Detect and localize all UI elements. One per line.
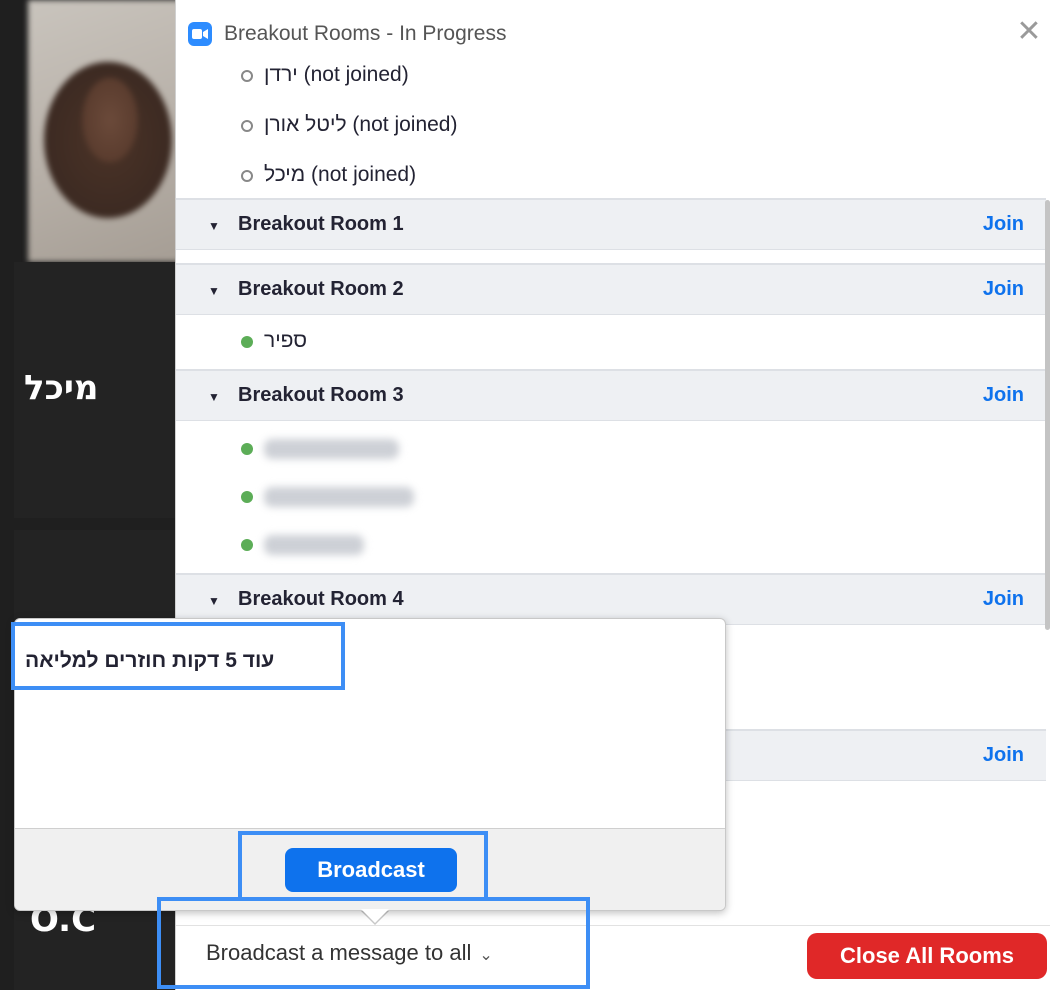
join-button[interactable]: Join bbox=[983, 744, 1024, 767]
list-item: ספיר bbox=[176, 318, 1046, 368]
joined-status-icon bbox=[241, 539, 253, 551]
title-bar: Breakout Rooms - In Progress ✕ bbox=[176, 0, 1050, 60]
not-joined-status-icon bbox=[241, 70, 253, 82]
list-item: ליטל אורן (not joined) bbox=[176, 102, 1046, 152]
blurred-member-name bbox=[264, 439, 399, 459]
list-item bbox=[176, 425, 1046, 475]
member-name: ירדן (not joined) bbox=[264, 63, 409, 86]
broadcast-button[interactable]: Broadcast bbox=[285, 848, 457, 892]
room-header-2[interactable]: ▼ Breakout Room 2 Join bbox=[176, 263, 1046, 315]
window-title: Breakout Rooms - In Progress bbox=[224, 22, 507, 45]
participant-video bbox=[28, 0, 175, 262]
joined-status-icon bbox=[241, 443, 253, 455]
not-joined-status-icon bbox=[241, 170, 253, 182]
popup-action-bar: Broadcast bbox=[15, 829, 725, 910]
join-button[interactable]: Join bbox=[983, 588, 1024, 611]
room-name: Breakout Room 3 bbox=[238, 384, 404, 406]
joined-status-icon bbox=[241, 491, 253, 503]
list-item: ירדן (not joined) bbox=[176, 55, 1046, 102]
room-name: Breakout Room 2 bbox=[238, 278, 404, 300]
chevron-down-icon[interactable]: ▼ bbox=[208, 219, 220, 233]
list-item: מיכל (not joined) bbox=[176, 152, 1046, 202]
list-item bbox=[176, 521, 1046, 571]
join-button[interactable]: Join bbox=[983, 213, 1024, 236]
broadcast-message-text: עוד 5 דקות חוזרים למליאה bbox=[25, 649, 275, 672]
broadcast-dropdown[interactable]: Broadcast a message to all ⌄ bbox=[206, 940, 493, 966]
blurred-member-name bbox=[264, 487, 414, 507]
close-icon[interactable]: ✕ bbox=[1011, 17, 1047, 47]
chevron-down-icon[interactable]: ▼ bbox=[208, 390, 220, 404]
chevron-down-icon[interactable]: ⌄ bbox=[479, 945, 492, 964]
video-tile-michal[interactable]: מיכל bbox=[14, 262, 175, 518]
blurred-member-name bbox=[264, 535, 364, 555]
close-all-rooms-button[interactable]: Close All Rooms bbox=[807, 933, 1047, 979]
joined-status-icon bbox=[241, 336, 253, 348]
room-header-1[interactable]: ▼ Breakout Room 1 Join bbox=[176, 198, 1046, 250]
join-button[interactable]: Join bbox=[983, 384, 1024, 407]
zoom-logo-icon bbox=[188, 22, 212, 46]
chevron-down-icon[interactable]: ▼ bbox=[208, 594, 220, 608]
join-button[interactable]: Join bbox=[983, 278, 1024, 301]
video-tile-name: מיכל bbox=[24, 368, 99, 408]
member-name: ליטל אורן (not joined) bbox=[264, 113, 458, 136]
broadcast-message-input[interactable]: עוד 5 דקות חוזרים למליאה bbox=[15, 619, 725, 829]
scrollbar[interactable] bbox=[1045, 200, 1050, 630]
list-item bbox=[176, 473, 1046, 523]
member-name: ספיר bbox=[264, 329, 308, 352]
member-name: מיכל (not joined) bbox=[264, 163, 417, 186]
not-joined-status-icon bbox=[241, 120, 253, 132]
room-name: Breakout Room 4 bbox=[238, 588, 404, 610]
chevron-down-icon[interactable]: ▼ bbox=[208, 284, 220, 298]
room-name: Breakout Room 1 bbox=[238, 213, 404, 235]
video-tile-participant[interactable] bbox=[14, 0, 175, 262]
popup-arrow bbox=[361, 909, 389, 923]
room-header-3[interactable]: ▼ Breakout Room 3 Join bbox=[176, 369, 1046, 421]
footer-bar: Broadcast a message to all ⌄ Close All Ro… bbox=[176, 925, 1050, 990]
broadcast-popup: עוד 5 דקות חוזרים למליאה Broadcast bbox=[14, 618, 726, 911]
